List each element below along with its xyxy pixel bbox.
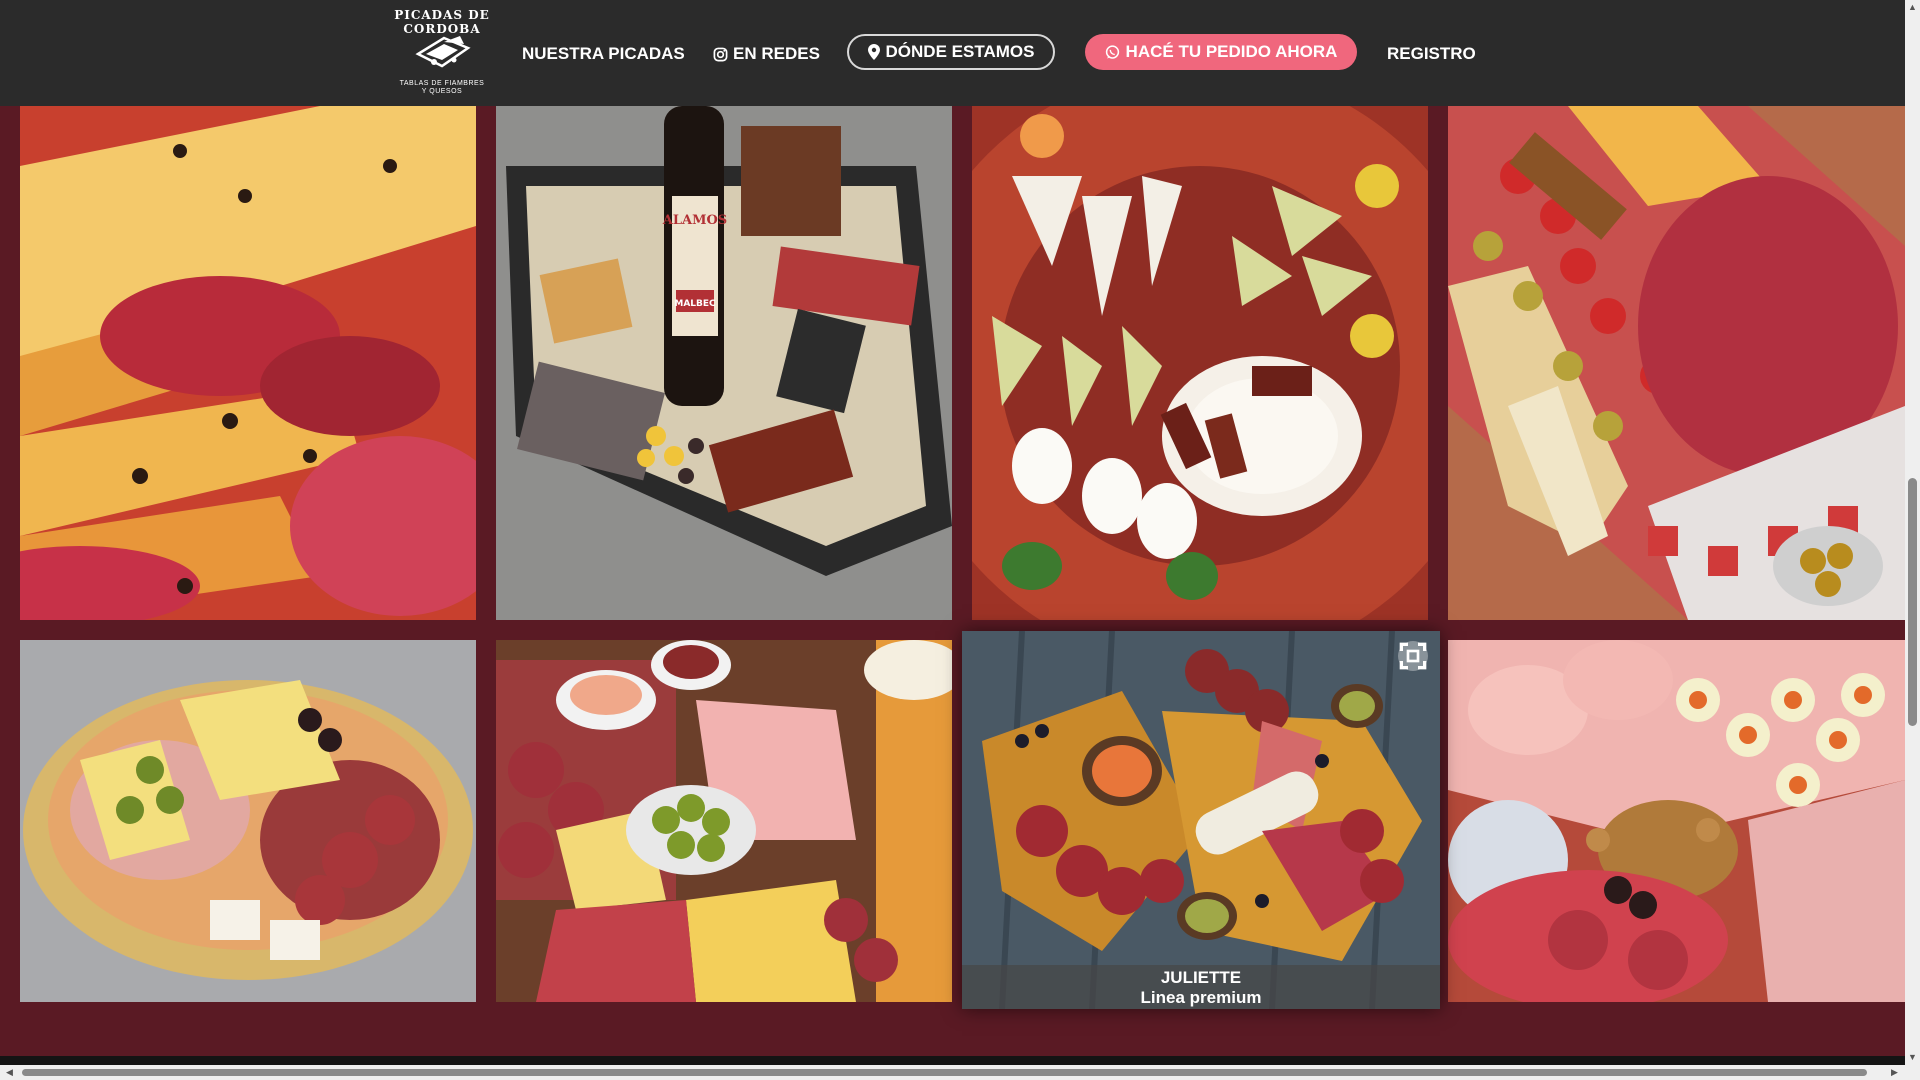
gallery-photo-meat-platter[interactable] [972, 106, 1428, 620]
meat-platter-photo [972, 106, 1428, 620]
brand-subtitle: TABLAS DE FIAMBRES Y QUESOS [390, 80, 494, 96]
scroll-down-arrow-icon[interactable]: ▼ [1905, 1050, 1920, 1065]
vertical-scrollbar[interactable]: ▲ ▼ [1905, 0, 1920, 1080]
whatsapp-icon [1105, 44, 1119, 59]
brand-subtitle-line1: TABLAS DE FIAMBRES [399, 80, 485, 87]
cheese-ham-photo [20, 106, 476, 620]
gallery-photo-salami-board[interactable] [1448, 106, 1905, 620]
expand-icon [1399, 642, 1427, 670]
cheese-board-logo-icon [415, 36, 471, 68]
beer-platter-photo [496, 640, 952, 1002]
instagram-icon [713, 47, 728, 61]
expand-photo-button[interactable] [1398, 641, 1428, 671]
map-pin-icon [867, 44, 880, 60]
ham-rolls-photo [1448, 640, 1905, 1002]
nav-donde-estamos-button[interactable]: DÓNDE ESTAMOS [847, 34, 1055, 70]
nav-en-redes[interactable]: EN REDES [713, 44, 820, 64]
nav-nuestra-picadas-label: NUESTRA PICADAS [522, 44, 685, 63]
wine-bottle-variety: MALBEC [674, 299, 716, 309]
nav-en-redes-label: EN REDES [733, 44, 820, 63]
brand-subtitle-line2: Y QUESOS [421, 88, 463, 95]
wine-bottle-label: ALAMOS [662, 213, 727, 228]
nav-registro-label: REGISTRO [1387, 44, 1476, 63]
featured-product-name: JULIETTE [1160, 968, 1242, 987]
site-header: PICADAS DE CORDOBA TABLAS DE FIAMBRES Y … [0, 0, 1905, 106]
round-platter-photo [20, 640, 476, 1002]
wine-box-photo: ALAMOS MALBEC [496, 106, 952, 620]
featured-caption: JULIETTE Linea premium [962, 965, 1440, 1009]
nav-nuestra-picadas[interactable]: NUESTRA PICADAS [522, 44, 685, 64]
gallery-photo-cheese-and-ham[interactable] [20, 106, 476, 620]
juliette-board-photo [962, 631, 1440, 1009]
footer-band [0, 1056, 1905, 1065]
horizontal-scrollbar[interactable]: ◀ ▶ [0, 1065, 1920, 1080]
featured-product-line: Linea premium [1140, 988, 1262, 1007]
nav-hace-tu-pedido-button[interactable]: HACÉ TU PEDIDO AHORA [1085, 34, 1357, 70]
horizontal-scroll-thumb[interactable] [22, 1069, 1867, 1076]
gallery-photo-juliette-featured[interactable]: JULIETTE Linea premium [962, 631, 1440, 1009]
gallery-photo-ham-rolls[interactable] [1448, 640, 1905, 1002]
scroll-right-arrow-icon[interactable]: ▶ [1887, 1065, 1902, 1080]
gallery-photo-round-platter[interactable] [20, 640, 476, 1002]
vertical-scroll-thumb[interactable] [1908, 478, 1917, 726]
nav-donde-estamos-label: DÓNDE ESTAMOS [885, 42, 1035, 61]
salami-board-photo [1448, 106, 1905, 620]
scroll-left-arrow-icon[interactable]: ◀ [2, 1065, 17, 1080]
brand-logo[interactable]: PICADAS DE CORDOBA TABLAS DE FIAMBRES Y … [390, 6, 494, 98]
gallery-photo-wine-box[interactable]: ALAMOS MALBEC [496, 106, 952, 620]
gallery-photo-beer-platter[interactable] [496, 640, 952, 1002]
nav-registro[interactable]: REGISTRO [1387, 44, 1476, 64]
nav-hace-tu-pedido-label: HACÉ TU PEDIDO AHORA [1125, 42, 1338, 61]
scroll-up-arrow-icon[interactable]: ▲ [1905, 0, 1920, 15]
